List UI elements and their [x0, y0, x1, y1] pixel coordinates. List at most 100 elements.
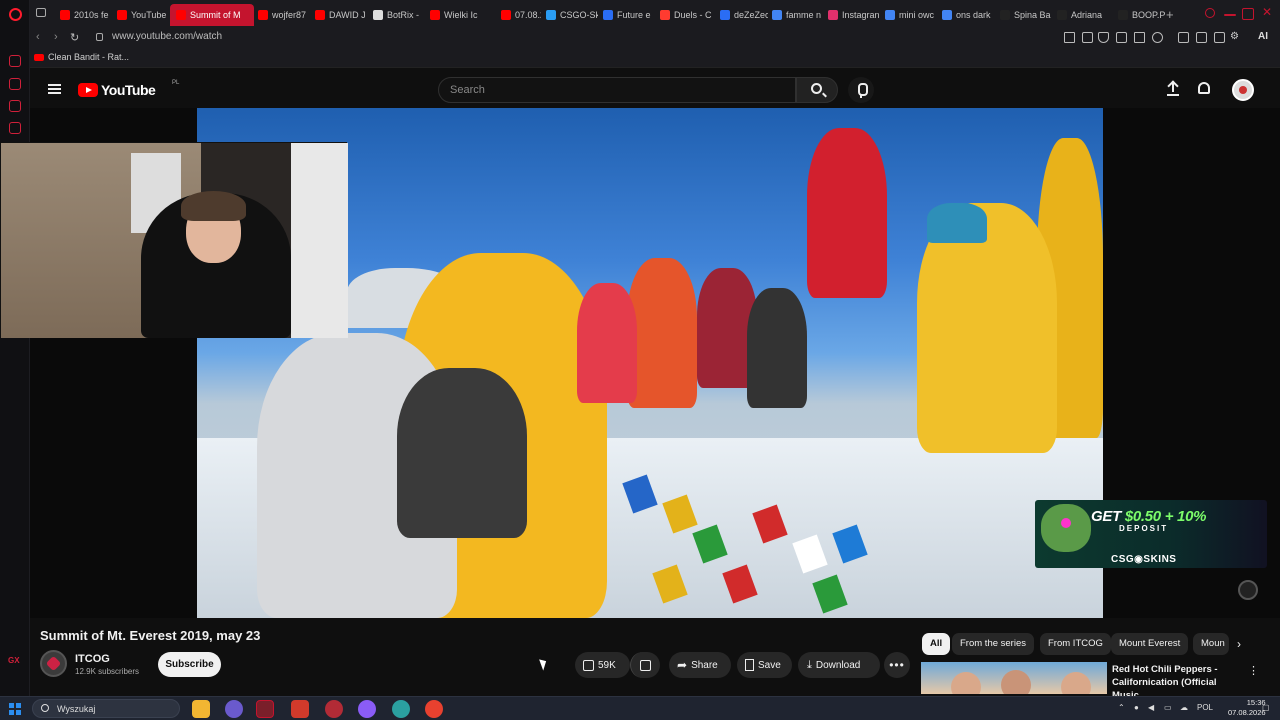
- tab-8[interactable]: 07.08.20: [501, 4, 541, 26]
- search-tabs-icon[interactable]: [1205, 8, 1215, 18]
- brave-icon[interactable]: [291, 700, 309, 718]
- tab-12[interactable]: deZeZec: [720, 4, 768, 26]
- tab-favicon-icon: [1000, 10, 1010, 20]
- gx-control-icon[interactable]: [9, 78, 21, 90]
- channel-name[interactable]: ITCOG: [75, 653, 110, 665]
- more-icon: •••: [889, 658, 905, 672]
- download-browser-icon[interactable]: [1214, 32, 1225, 43]
- filter-chip[interactable]: Mount Everest: [1111, 633, 1189, 655]
- search-input[interactable]: Search: [438, 77, 796, 103]
- tab-17[interactable]: Spina Ba: [1000, 4, 1052, 26]
- filter-chip[interactable]: From ITCOG: [1040, 633, 1111, 655]
- tab-favicon-icon: [603, 10, 613, 20]
- tab-18[interactable]: Adriana: [1057, 4, 1112, 26]
- snapshot-icon[interactable]: [1082, 32, 1093, 43]
- opera-logo-icon[interactable]: [9, 8, 22, 21]
- download-button[interactable]: ⤓ Download: [798, 652, 880, 678]
- player-settings-icon[interactable]: [1238, 580, 1258, 600]
- tab-favicon-icon: [60, 10, 70, 20]
- search-button[interactable]: [796, 77, 838, 103]
- recommendation-thumbnail[interactable]: [921, 662, 1107, 694]
- tab-19[interactable]: BOOP.PL: [1118, 4, 1166, 26]
- tab-5[interactable]: DAWID J: [315, 4, 367, 26]
- tab-7[interactable]: Wielki Ic: [430, 4, 495, 26]
- tab-15[interactable]: mini owc: [885, 4, 937, 26]
- tab-2[interactable]: YouTube: [117, 4, 167, 26]
- subscribe-button[interactable]: Subscribe: [158, 652, 221, 677]
- recommendation-menu-icon[interactable]: ⋮: [1248, 664, 1259, 677]
- minimize-icon[interactable]: [1224, 14, 1236, 16]
- language-indicator[interactable]: POL: [1197, 703, 1213, 712]
- filter-chip[interactable]: Moun: [1193, 633, 1229, 655]
- sponsor-ad-banner[interactable]: GET $0.50 + 10% DEPOSIT CSG◉SKINS: [1035, 500, 1267, 568]
- tab-overview-icon[interactable]: [36, 8, 46, 17]
- like-button[interactable]: 59K: [575, 652, 630, 678]
- microphone-icon[interactable]: ●: [1134, 703, 1139, 712]
- tab-16[interactable]: ons dark: [942, 4, 994, 26]
- reload-icon[interactable]: ↻: [70, 31, 79, 44]
- save-button[interactable]: Save: [737, 652, 792, 678]
- youtube-logo[interactable]: YouTube PL: [78, 80, 179, 98]
- chevron-up-icon[interactable]: ⌃: [1118, 703, 1125, 712]
- opera-gx-taskbar-icon[interactable]: [256, 700, 274, 718]
- file-explorer-icon[interactable]: [192, 700, 210, 718]
- bookmark-item[interactable]: Clean Bandit - Rat...: [34, 52, 129, 62]
- translate-icon[interactable]: [1116, 32, 1127, 43]
- taskbar-search-input[interactable]: Wyszukaj: [32, 699, 180, 718]
- avatar[interactable]: [1232, 79, 1254, 101]
- obs-icon[interactable]: [358, 700, 376, 718]
- bookmark-icon[interactable]: [1064, 32, 1075, 43]
- channel-avatar[interactable]: [40, 650, 67, 677]
- tab-label: famme n: [786, 10, 822, 20]
- windows-start-icon[interactable]: [9, 703, 21, 715]
- tab-1[interactable]: 2010s fe: [60, 4, 110, 26]
- app-icon[interactable]: [225, 700, 243, 718]
- gx-icon[interactable]: GX: [8, 656, 20, 665]
- tab-9[interactable]: CSGO-Sk: [546, 4, 598, 26]
- cloud-icon[interactable]: ☁: [1180, 703, 1188, 712]
- chrome-icon[interactable]: [425, 700, 443, 718]
- tab-3[interactable]: Summit of M: [170, 4, 254, 26]
- filter-chip[interactable]: From the series: [952, 633, 1034, 655]
- clock[interactable]: 15:36 07.08.2026: [1228, 698, 1266, 718]
- ai-button[interactable]: AI: [1258, 31, 1268, 42]
- maximize-icon[interactable]: [1242, 8, 1254, 20]
- tab-14[interactable]: Instagran: [828, 4, 880, 26]
- app-icon[interactable]: [325, 700, 343, 718]
- menu-icon[interactable]: [48, 84, 61, 94]
- heart-icon[interactable]: [1152, 32, 1163, 43]
- voice-search-icon[interactable]: [848, 77, 874, 103]
- back-icon[interactable]: ‹: [36, 31, 40, 43]
- twitch-icon[interactable]: [9, 122, 21, 134]
- tab-10[interactable]: Future e: [603, 4, 655, 26]
- tab-4[interactable]: wojfer87: [258, 4, 310, 26]
- more-actions-button[interactable]: •••: [884, 652, 910, 678]
- network-icon[interactable]: ▭: [1164, 703, 1172, 712]
- lock-icon[interactable]: [96, 33, 103, 41]
- close-icon[interactable]: ✕: [1262, 5, 1274, 19]
- tab-6[interactable]: BotRix -: [373, 4, 425, 26]
- notification-center-icon[interactable]: ▢: [1262, 703, 1270, 712]
- tab-11[interactable]: Duels - C: [660, 4, 715, 26]
- new-tab-button[interactable]: +: [1166, 7, 1174, 22]
- notifications-icon[interactable]: [1198, 82, 1210, 94]
- player-icon[interactable]: [1134, 32, 1145, 43]
- messenger-icon[interactable]: [9, 100, 21, 112]
- dislike-button[interactable]: [630, 652, 660, 678]
- create-icon[interactable]: [1167, 82, 1179, 96]
- adblock-shield-icon[interactable]: [1098, 32, 1109, 43]
- ad-headline: GET $0.50 + 10%: [1091, 508, 1207, 525]
- refresh-sidebar-icon[interactable]: [9, 55, 21, 67]
- app-icon[interactable]: [392, 700, 410, 718]
- share-icon[interactable]: [1196, 32, 1207, 43]
- forward-icon[interactable]: ›: [54, 31, 58, 43]
- tab-13[interactable]: famme n: [772, 4, 822, 26]
- settings-icon[interactable]: ⚙: [1230, 31, 1241, 42]
- share-button[interactable]: ➦ Share: [669, 652, 731, 678]
- youtube-play-icon: [78, 83, 98, 97]
- extensions-icon[interactable]: [1178, 32, 1189, 43]
- chevron-right-icon[interactable]: ›: [1237, 637, 1241, 651]
- volume-icon[interactable]: ◀: [1148, 703, 1154, 712]
- url-field[interactable]: www.youtube.com/watch: [112, 31, 222, 42]
- filter-chip[interactable]: All: [922, 633, 951, 655]
